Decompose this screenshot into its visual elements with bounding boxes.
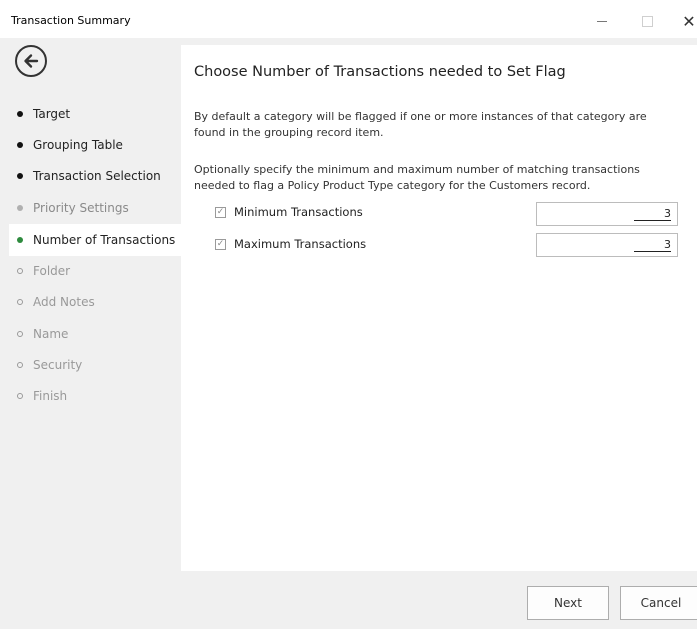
step-done-icon bbox=[17, 173, 23, 179]
close-icon: ✕ bbox=[682, 11, 696, 31]
minimum-transactions-value: 3 bbox=[634, 207, 671, 221]
step-add-notes[interactable]: Add Notes bbox=[9, 286, 181, 318]
step-security[interactable]: Security bbox=[9, 349, 181, 381]
step-label: Add Notes bbox=[33, 295, 95, 309]
back-button[interactable] bbox=[15, 45, 47, 77]
step-current-icon bbox=[17, 237, 23, 243]
window-title: Transaction Summary bbox=[11, 14, 131, 27]
step-done-icon bbox=[17, 142, 23, 148]
step-pending-icon bbox=[17, 393, 23, 399]
step-pending-icon bbox=[17, 268, 23, 274]
step-finish[interactable]: Finish bbox=[9, 380, 181, 412]
step-pending-icon bbox=[17, 362, 23, 368]
minimum-transactions-input[interactable]: 3 bbox=[536, 202, 678, 226]
step-label: Finish bbox=[33, 389, 68, 403]
step-folder[interactable]: Folder bbox=[9, 255, 181, 287]
step-name[interactable]: Name bbox=[9, 318, 181, 350]
description-default: By default a category will be flagged if… bbox=[194, 110, 647, 139]
minimize-button[interactable] bbox=[587, 10, 617, 32]
step-priority-settings: Priority Settings bbox=[9, 192, 181, 224]
maximize-button[interactable] bbox=[632, 10, 662, 32]
description-optional: Optionally specify the minimum and maxim… bbox=[194, 163, 640, 192]
step-target[interactable]: Target bbox=[9, 98, 181, 130]
page-title: Choose Number of Transactions needed to … bbox=[194, 64, 566, 80]
next-button[interactable]: Next bbox=[527, 586, 609, 620]
content-panel: Choose Number of Transactions needed to … bbox=[181, 45, 697, 571]
step-label: Number of Transactions bbox=[33, 233, 176, 247]
minimum-transactions-checkbox[interactable]: ✓ bbox=[215, 206, 226, 218]
step-label: Security bbox=[33, 358, 83, 372]
minimum-transactions-label: Minimum Transactions bbox=[234, 205, 363, 219]
step-pending-icon bbox=[17, 331, 23, 337]
step-label: Folder bbox=[33, 264, 71, 278]
title-bar: Transaction Summary ✕ bbox=[0, 0, 697, 38]
maximize-icon bbox=[641, 15, 653, 27]
step-label: Target bbox=[33, 107, 71, 121]
step-label: Name bbox=[33, 327, 69, 341]
close-button[interactable]: ✕ bbox=[674, 10, 697, 32]
step-transaction-selection[interactable]: Transaction Selection bbox=[9, 160, 181, 192]
maximum-transactions-label: Maximum Transactions bbox=[234, 237, 367, 251]
minimize-icon bbox=[597, 20, 607, 22]
maximum-transactions-value: 3 bbox=[634, 238, 671, 252]
step-label: Priority Settings bbox=[33, 201, 129, 215]
step-disabled-icon bbox=[17, 205, 23, 211]
cancel-button[interactable]: Cancel bbox=[620, 586, 697, 620]
maximum-transactions-checkbox[interactable]: ✓ bbox=[215, 238, 226, 250]
step-label: Transaction Selection bbox=[33, 169, 161, 183]
minimum-transactions-option[interactable]: ✓ Minimum Transactions bbox=[215, 202, 363, 222]
wizard-sidebar: Target Grouping Table Transaction Select… bbox=[9, 38, 181, 578]
step-label: Grouping Table bbox=[33, 138, 123, 152]
maximum-transactions-option[interactable]: ✓ Maximum Transactions bbox=[215, 234, 366, 254]
step-grouping-table[interactable]: Grouping Table bbox=[9, 129, 181, 161]
arrow-left-circle-icon bbox=[24, 54, 39, 68]
step-done-icon bbox=[17, 111, 23, 117]
step-number-of-transactions[interactable]: Number of Transactions bbox=[9, 224, 181, 256]
step-pending-icon bbox=[17, 299, 23, 305]
maximum-transactions-input[interactable]: 3 bbox=[536, 233, 678, 257]
